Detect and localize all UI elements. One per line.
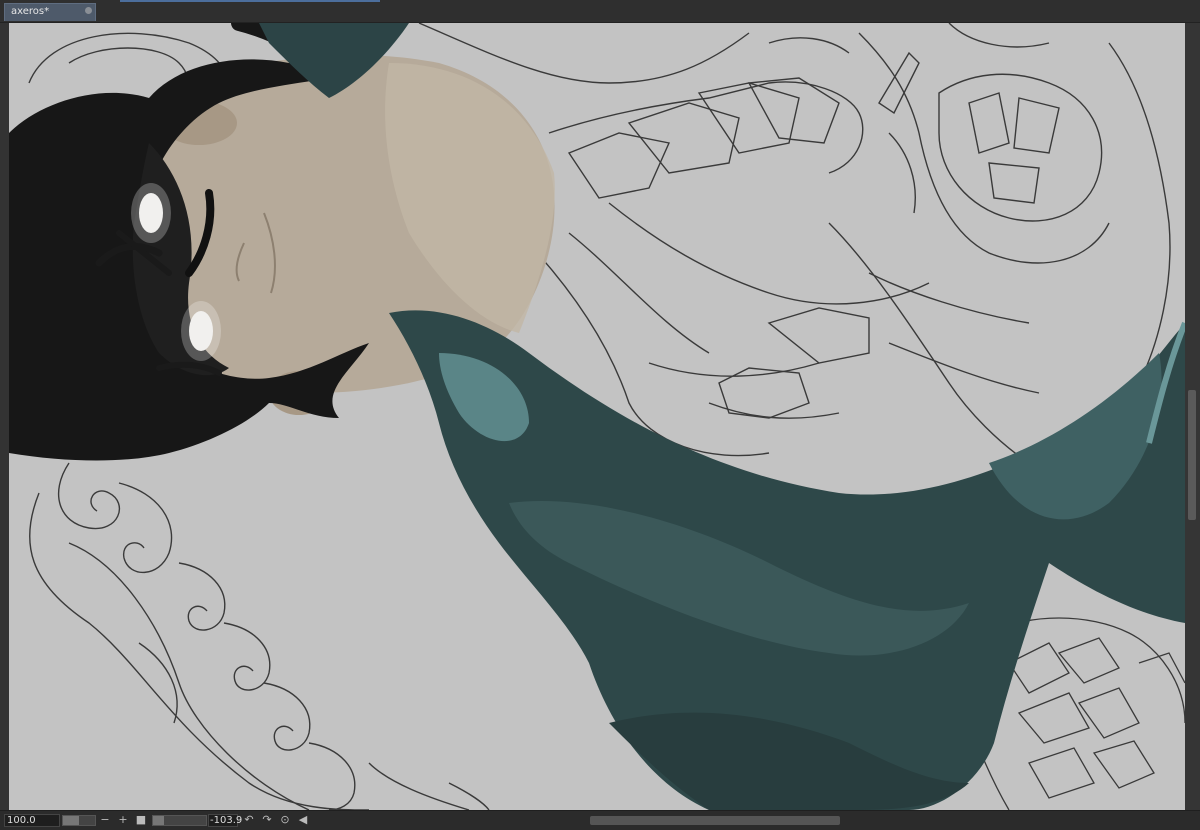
reset-icon[interactable]: ⊙	[278, 813, 292, 827]
rotation-slider[interactable]	[152, 815, 207, 826]
vertical-scrollbar-thumb[interactable]	[1188, 390, 1196, 520]
zoom-slider[interactable]	[62, 815, 96, 826]
square-icon[interactable]: ■	[134, 813, 148, 827]
artwork	[9, 23, 1185, 810]
rotate-left-icon[interactable]: ↶	[242, 813, 256, 827]
plus-icon[interactable]: +	[116, 813, 130, 827]
rotate-right-icon[interactable]: ↷	[260, 813, 274, 827]
minus-icon[interactable]: −	[98, 813, 112, 827]
eye-right-glow	[181, 301, 221, 361]
status-bar: 100.0 − + ■ -103.9 ↶ ↷ ⊙ ◀	[0, 810, 1200, 830]
rotation-field[interactable]: -103.9	[208, 814, 242, 827]
zoom-field[interactable]: 100.0	[4, 814, 60, 827]
tab-accent-strip	[120, 0, 380, 2]
left-panel-edge	[0, 23, 9, 810]
document-tab[interactable]: axeros*	[4, 3, 96, 21]
drawing-canvas[interactable]	[9, 23, 1185, 810]
document-tab-bar: axeros*	[0, 0, 1200, 23]
horizontal-scrollbar-thumb[interactable]	[590, 816, 840, 825]
close-tab-icon[interactable]	[85, 7, 92, 14]
flip-icon[interactable]: ◀	[296, 813, 310, 827]
document-tab-title: axeros*	[11, 6, 50, 17]
eye-left-glow	[131, 183, 171, 243]
